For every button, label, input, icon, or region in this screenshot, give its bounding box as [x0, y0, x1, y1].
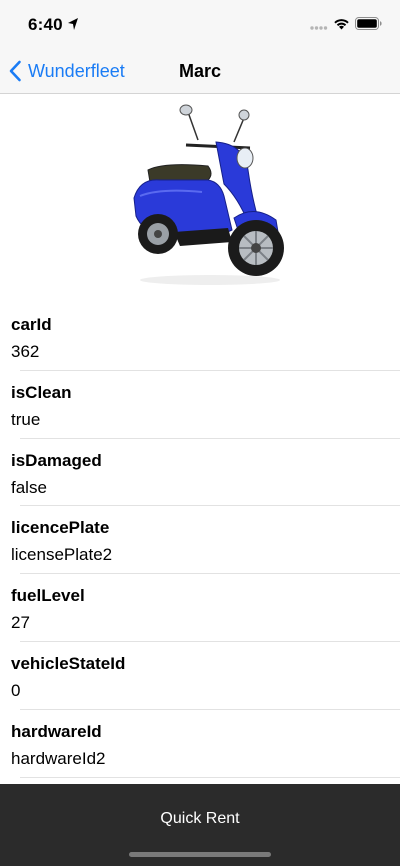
- field-label: vehicleStateId: [11, 653, 126, 673]
- field-value: 362: [11, 342, 40, 361]
- scooter-image: [133, 104, 284, 285]
- wifi-icon: [334, 19, 349, 30]
- list-item-carid: carId 362: [0, 303, 400, 371]
- vehicle-detail-screen: 6:40 Wunderfleet Marc carId 362 isClean …: [0, 0, 400, 866]
- field-value: hardwareId2: [11, 748, 106, 768]
- field-label: hardwareId: [11, 721, 102, 741]
- battery-icon: [355, 17, 382, 30]
- status-time: 6:40: [28, 15, 63, 34]
- field-value: 27: [11, 613, 30, 633]
- field-value: licensePlate2: [11, 545, 113, 565]
- location-arrow-icon: [68, 18, 78, 30]
- status-bar: 6:40: [0, 0, 400, 48]
- navigation-bar: Wunderfleet Marc: [0, 48, 400, 94]
- field-label: fuelLevel: [11, 586, 85, 606]
- list-item-isclean: isClean true: [0, 371, 400, 439]
- field-label: carId: [11, 315, 52, 334]
- home-indicator[interactable]: [129, 852, 271, 857]
- bottom-action-bar: Quick Rent: [0, 784, 400, 866]
- vehicle-image: [120, 100, 290, 290]
- list-item-licenceplate: licencePlate licensePlate2: [0, 506, 400, 575]
- list-item-vehiclestateid: vehicleStateId 0: [0, 642, 400, 710]
- list-item-fuellevel: fuelLevel 27: [0, 574, 400, 642]
- page-title: Marc: [178, 61, 222, 81]
- field-label: licencePlate: [11, 518, 110, 538]
- field-value: true: [11, 409, 41, 429]
- field-label: isClean: [11, 382, 72, 402]
- list-item-hardwareid: hardwareId hardwareId2: [0, 710, 400, 778]
- vehicle-field-list: carId 362 isClean true isDamaged false l…: [0, 303, 400, 778]
- row-divider: [20, 776, 400, 778]
- field-value: 0: [11, 680, 21, 700]
- field-value: false: [11, 477, 47, 497]
- quick-rent-button[interactable]: Quick Rent: [0, 810, 400, 828]
- list-item-isdamaged: isDamaged false: [0, 439, 400, 507]
- cellular-signal-icon: [310, 26, 328, 30]
- field-label: isDamaged: [11, 450, 102, 470]
